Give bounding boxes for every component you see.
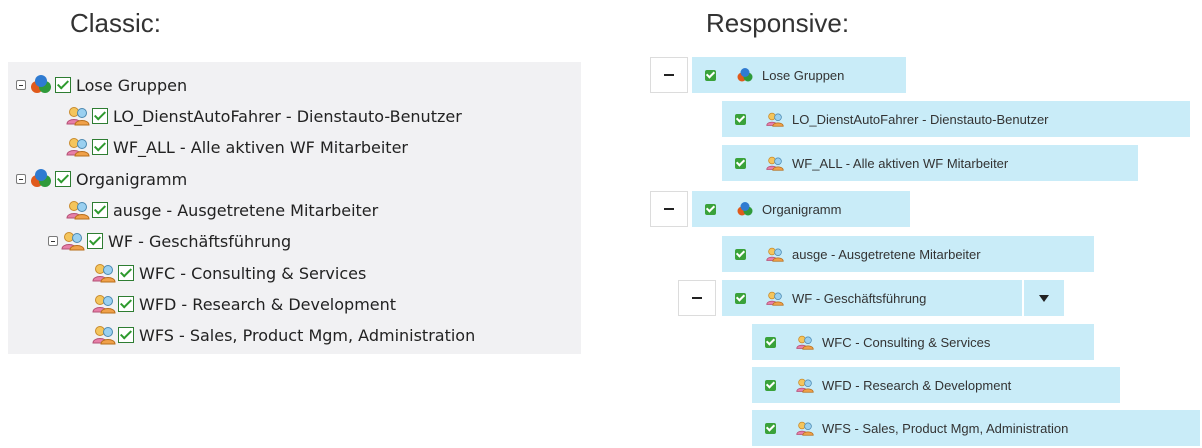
checkbox-checked-icon[interactable] bbox=[118, 296, 134, 312]
classic-node-wfc[interactable]: WFC - Consulting & Services bbox=[92, 260, 366, 286]
node-label: WF_ALL - Alle aktiven WF Mitarbeiter bbox=[792, 155, 1009, 171]
node-label: WFC - Consulting & Services bbox=[139, 263, 367, 283]
checkbox-checked-icon bbox=[764, 379, 776, 391]
collapse-minus-icon bbox=[664, 74, 674, 76]
users-group-icon bbox=[766, 247, 784, 262]
users-group-icon bbox=[766, 291, 784, 306]
node-label: WF - Geschäftsführung bbox=[108, 231, 292, 251]
classic-heading: Classic: bbox=[70, 8, 162, 38]
dropdown-toggle-wf[interactable] bbox=[1024, 280, 1064, 316]
classic-node-organigramm[interactable]: Organigramm bbox=[16, 166, 187, 192]
checkbox[interactable] bbox=[722, 145, 758, 181]
responsive-node-ausge[interactable]: ausge - Ausgetretene Mitarbeiter bbox=[722, 236, 1094, 272]
checkbox[interactable] bbox=[692, 191, 728, 227]
users-group-icon bbox=[92, 263, 116, 283]
users-group-icon bbox=[66, 200, 90, 220]
collapse-button-wf[interactable] bbox=[678, 280, 716, 316]
classic-node-wfd[interactable]: WFD - Research & Development bbox=[92, 291, 396, 317]
caret-down-icon bbox=[1039, 294, 1049, 302]
node-label: Lose Gruppen bbox=[76, 75, 188, 95]
node-label: Organigramm bbox=[76, 169, 188, 189]
checkbox[interactable] bbox=[722, 236, 758, 272]
users-group-icon bbox=[796, 335, 814, 350]
checkbox-checked-icon bbox=[734, 248, 746, 260]
group-cluster-icon bbox=[29, 169, 53, 189]
checkbox-checked-icon bbox=[704, 69, 716, 81]
group-cluster-icon bbox=[736, 68, 754, 83]
checkbox-checked-icon[interactable] bbox=[92, 108, 108, 124]
checkbox-checked-icon bbox=[764, 422, 776, 434]
collapse-minus-icon[interactable] bbox=[48, 236, 58, 246]
collapse-minus-icon[interactable] bbox=[16, 174, 26, 184]
responsive-heading: Responsive: bbox=[706, 8, 850, 38]
responsive-node-wfs[interactable]: WFS - Sales, Product Mgm, Administration bbox=[752, 410, 1200, 446]
responsive-node-wfc[interactable]: WFC - Consulting & Services bbox=[752, 324, 1094, 360]
checkbox-checked-icon bbox=[734, 157, 746, 169]
node-label: WFC - Consulting & Services bbox=[822, 334, 991, 350]
checkbox[interactable] bbox=[752, 410, 788, 446]
users-group-icon bbox=[796, 378, 814, 393]
users-group-icon bbox=[796, 421, 814, 436]
classic-node-lose-gruppen[interactable]: Lose Gruppen bbox=[16, 72, 187, 98]
checkbox-checked-icon[interactable] bbox=[92, 202, 108, 218]
collapse-button-organigramm[interactable] bbox=[650, 191, 688, 227]
checkbox-checked-icon[interactable] bbox=[118, 327, 134, 343]
checkbox[interactable] bbox=[752, 367, 788, 403]
node-label: WF - Geschäftsführung bbox=[792, 290, 927, 306]
checkbox-checked-icon[interactable] bbox=[55, 171, 71, 187]
node-label: LO_DienstAutoFahrer - Dienstauto-Benutze… bbox=[113, 106, 462, 126]
users-group-icon bbox=[66, 137, 90, 157]
node-label: WF_ALL - Alle aktiven WF Mitarbeiter bbox=[113, 137, 408, 157]
responsive-node-wfd[interactable]: WFD - Research & Development bbox=[752, 367, 1120, 403]
node-label: Organigramm bbox=[762, 201, 842, 217]
classic-node-wfs[interactable]: WFS - Sales, Product Mgm, Administration bbox=[92, 322, 475, 348]
users-group-icon bbox=[66, 106, 90, 126]
checkbox[interactable] bbox=[752, 324, 788, 360]
responsive-node-organigramm[interactable]: Organigramm bbox=[692, 191, 910, 227]
classic-node-wf[interactable]: WF - Geschäftsführung bbox=[48, 228, 291, 254]
classic-node-wf-all[interactable]: WF_ALL - Alle aktiven WF Mitarbeiter bbox=[66, 134, 408, 160]
node-label: WFS - Sales, Product Mgm, Administration bbox=[139, 325, 476, 345]
checkbox-checked-icon[interactable] bbox=[55, 77, 71, 93]
node-label: Lose Gruppen bbox=[762, 67, 845, 83]
classic-node-ausge[interactable]: ausge - Ausgetretene Mitarbeiter bbox=[66, 197, 378, 223]
users-group-icon bbox=[92, 325, 116, 345]
collapse-button-lose-gruppen[interactable] bbox=[650, 57, 688, 93]
collapse-minus-icon bbox=[692, 297, 702, 299]
responsive-node-lo-dienst[interactable]: LO_DienstAutoFahrer - Dienstauto-Benutze… bbox=[722, 101, 1190, 137]
checkbox[interactable] bbox=[692, 57, 728, 93]
responsive-node-wf[interactable]: WF - Geschäftsführung bbox=[722, 280, 1022, 316]
node-label: ausge - Ausgetretene Mitarbeiter bbox=[113, 200, 379, 220]
checkbox-checked-icon bbox=[734, 292, 746, 304]
checkbox-checked-icon[interactable] bbox=[118, 265, 134, 281]
group-cluster-icon bbox=[29, 75, 53, 95]
checkbox[interactable] bbox=[722, 101, 758, 137]
node-label: LO_DienstAutoFahrer - Dienstauto-Benutze… bbox=[792, 111, 1049, 127]
responsive-node-lose-gruppen[interactable]: Lose Gruppen bbox=[692, 57, 906, 93]
checkbox-checked-icon[interactable] bbox=[87, 233, 103, 249]
users-group-icon bbox=[766, 112, 784, 127]
classic-tree-panel: Lose Gruppen LO_DienstAutoFahrer - Diens… bbox=[8, 62, 581, 354]
responsive-node-wf-all[interactable]: WF_ALL - Alle aktiven WF Mitarbeiter bbox=[722, 145, 1138, 181]
users-group-icon bbox=[61, 231, 85, 251]
checkbox-checked-icon[interactable] bbox=[92, 139, 108, 155]
checkbox-checked-icon bbox=[704, 203, 716, 215]
collapse-minus-icon bbox=[664, 208, 674, 210]
group-cluster-icon bbox=[736, 202, 754, 217]
checkbox-checked-icon bbox=[764, 336, 776, 348]
classic-node-lo-dienst[interactable]: LO_DienstAutoFahrer - Dienstauto-Benutze… bbox=[66, 103, 462, 129]
node-label: WFD - Research & Development bbox=[822, 377, 1012, 393]
checkbox-checked-icon bbox=[734, 113, 746, 125]
checkbox[interactable] bbox=[722, 280, 758, 316]
collapse-minus-icon[interactable] bbox=[16, 80, 26, 90]
node-label: WFD - Research & Development bbox=[139, 294, 397, 314]
users-group-icon bbox=[92, 294, 116, 314]
node-label: WFS - Sales, Product Mgm, Administration bbox=[822, 420, 1069, 436]
node-label: ausge - Ausgetretene Mitarbeiter bbox=[792, 246, 981, 262]
users-group-icon bbox=[766, 156, 784, 171]
